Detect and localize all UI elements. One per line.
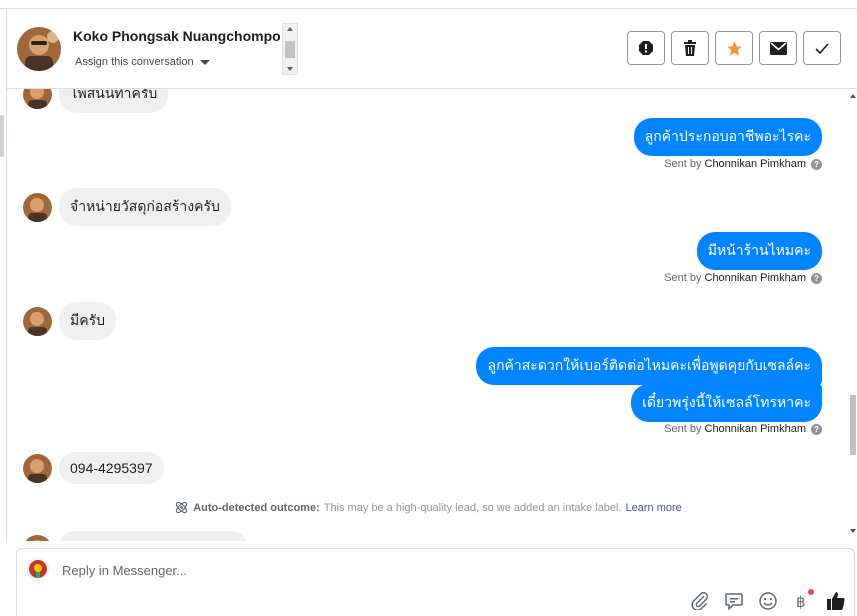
auto-detected-label: Auto-detected outcome: — [193, 501, 320, 514]
saved-reply-button[interactable] — [724, 591, 744, 611]
sender-name: Chonnikan Pimkham — [704, 272, 807, 284]
outgoing-bubble[interactable]: มีหน้าร้านไหมคะ — [696, 232, 822, 270]
help-icon[interactable]: ? — [811, 158, 822, 170]
contact-name[interactable]: Koko Phongsak Nuangchompoo — [73, 28, 281, 44]
delete-button[interactable] — [671, 31, 709, 65]
mark-done-button[interactable] — [803, 31, 841, 65]
caret-down-icon — [199, 59, 210, 65]
composer-tools: ฿ — [690, 589, 846, 611]
conversation-panel: Koko Phongsak Nuangchompoo Assign this c… — [0, 0, 857, 616]
star-button[interactable] — [715, 31, 753, 65]
scroll-down-icon[interactable] — [287, 67, 293, 71]
contact-avatar[interactable] — [17, 27, 61, 71]
scroll-up-icon[interactable] — [287, 27, 293, 31]
incoming-bubble[interactable]: 094-4295397 — [59, 452, 164, 484]
page-avatar — [26, 557, 50, 581]
notification-dot — [808, 589, 814, 595]
scroll-thumb[interactable] — [850, 395, 856, 455]
contact-avatar-small — [23, 89, 52, 109]
envelope-icon — [769, 41, 787, 55]
assign-conversation-dropdown[interactable]: Assign this conversation — [75, 56, 210, 68]
paperclip-icon — [691, 592, 709, 610]
left-panel-scrollbar[interactable] — [0, 115, 4, 157]
assign-label: Assign this conversation — [75, 56, 194, 68]
header-actions — [627, 31, 841, 65]
contact-avatar-small — [23, 306, 52, 336]
mark-spam-button[interactable] — [627, 31, 665, 65]
outgoing-bubble[interactable]: ลูกค้าประกอบอาชีพอะไรคะ — [633, 118, 822, 156]
trash-icon — [684, 40, 696, 56]
reply-input[interactable]: Reply in Messenger... — [62, 563, 187, 578]
auto-detected-text: This may be a high-quality lead, so we a… — [323, 501, 622, 514]
sent-by-line: Sent by Chonnikan Pimkham ? — [664, 423, 822, 435]
outgoing-bubble[interactable]: เดี๋ยวพรุ่งนี้ให้เซลล์โทรหาคะ — [631, 384, 822, 422]
checkmark-icon — [815, 42, 829, 54]
header-scrollbar[interactable] — [282, 23, 298, 75]
emoji-button[interactable] — [758, 591, 778, 611]
attach-button[interactable] — [690, 591, 710, 611]
contact-avatar-small — [23, 192, 52, 222]
sent-by-label: Sent by — [664, 423, 702, 435]
incoming-bubble[interactable]: โพสน์นี้ทำครับ — [59, 89, 169, 113]
thumbs-up-icon — [827, 592, 845, 610]
learn-more-link[interactable]: Learn more — [626, 502, 682, 514]
star-icon — [726, 40, 742, 56]
sent-by-label: Sent by — [664, 272, 702, 284]
atom-icon — [176, 501, 188, 514]
spam-alert-icon — [639, 41, 653, 55]
help-icon[interactable]: ? — [811, 272, 822, 284]
auto-detected-notice: Auto-detected outcome: This may be a hig… — [7, 500, 849, 515]
message-incoming: มีครับ — [23, 302, 116, 340]
contact-avatar-small — [23, 453, 52, 483]
conversation-header: Koko Phongsak Nuangchompoo Assign this c… — [7, 9, 857, 89]
mark-unread-button[interactable] — [759, 31, 797, 65]
payment-button[interactable]: ฿ — [792, 589, 814, 611]
sent-by-line: Sent by Chonnikan Pimkham ? — [664, 272, 822, 284]
help-icon[interactable]: ? — [811, 423, 822, 435]
baht-payment-icon: ฿ — [796, 593, 806, 610]
sender-name: Chonnikan Pimkham — [704, 158, 807, 170]
thread-scrollbar[interactable] — [849, 89, 857, 541]
saved-reply-icon — [725, 592, 743, 610]
message-incoming: โพสน์นี้ทำครับ — [23, 89, 169, 113]
scroll-down-icon[interactable] — [850, 529, 856, 533]
outgoing-bubble[interactable]: ลูกค้าสะดวกให้เบอร์ติดต่อไหมคะเพื่อพูดคุ… — [476, 347, 822, 385]
incoming-bubble[interactable]: มีครับ — [59, 302, 116, 340]
scroll-up-icon[interactable] — [850, 94, 856, 98]
emoji-icon — [759, 592, 777, 610]
like-button[interactable] — [826, 591, 846, 611]
message-thread[interactable]: โพสน์นี้ทำครับ ลูกค้าประกอบอาชีพอะไรคะ S… — [7, 89, 849, 541]
scroll-thumb[interactable] — [285, 41, 295, 58]
contact-avatar-small — [23, 535, 52, 541]
incoming-bubble-clipped[interactable] — [59, 531, 247, 541]
reply-composer: Reply in Messenger... ฿ — [16, 548, 855, 616]
sender-name: Chonnikan Pimkham — [704, 423, 807, 435]
message-incoming: จำหน่ายวัสดุก่อสร้างครับ — [23, 188, 231, 226]
message-incoming: 094-4295397 — [23, 452, 164, 484]
svg-text:฿: ฿ — [796, 593, 806, 610]
incoming-bubble[interactable]: จำหน่ายวัสดุก่อสร้างครับ — [59, 188, 231, 226]
sent-by-label: Sent by — [664, 158, 702, 170]
sent-by-line: Sent by Chonnikan Pimkham ? — [664, 158, 822, 170]
